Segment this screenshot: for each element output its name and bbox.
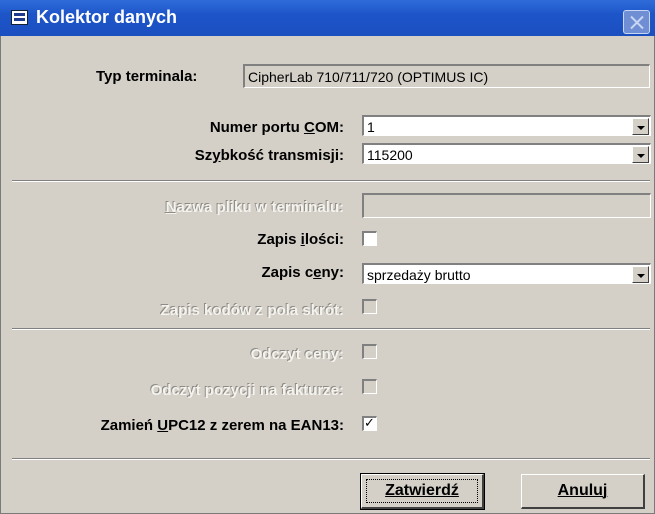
terminal-type-value: CipherLab 710/711/720 (OPTIMUS IC): [248, 69, 489, 85]
separator: [12, 328, 650, 330]
save-qty-label-part: Zapis: [257, 231, 301, 248]
file-name-label-mnemonic: N: [165, 199, 177, 216]
read-items-label: Odczyt pozycji na fakturze:: [150, 382, 344, 399]
form-icon: [11, 10, 28, 25]
com-port-label: Numer portu COM:: [210, 119, 344, 136]
confirm-button[interactable]: Zatwierdź: [360, 473, 485, 510]
file-name-field: [362, 193, 651, 218]
speed-label-part: bkość transmisji:: [220, 147, 344, 164]
save-price-label-part: Zapis c: [261, 264, 314, 281]
upc-label-mnemonic: U: [157, 417, 169, 434]
com-port-label-part: OM:: [314, 119, 344, 136]
speed-value: 115200: [367, 147, 413, 163]
com-port-label-mnemonic: C: [303, 119, 315, 136]
upc-label-part: Zamień: [100, 417, 158, 434]
speed-select[interactable]: 115200: [362, 143, 651, 164]
title-bar[interactable]: Kolektor danych: [0, 0, 655, 36]
save-qty-label: Zapis ilości:: [257, 231, 344, 248]
terminal-type-field: CipherLab 710/711/720 (OPTIMUS IC): [243, 64, 650, 88]
save-qty-label-part: lości:: [304, 231, 344, 248]
speed-label-mnemonic: y: [212, 147, 221, 164]
chevron-down-icon[interactable]: [632, 146, 649, 163]
upc-label: Zamień UPC12 z zerem na EAN13:: [101, 417, 344, 434]
speed-label-part: Sz: [194, 147, 213, 164]
save-price-select[interactable]: sprzedaży brutto: [362, 263, 651, 284]
focus-ring: [366, 479, 478, 503]
chevron-down-icon[interactable]: [632, 266, 649, 283]
close-button[interactable]: [623, 10, 650, 34]
save-price-label-part: ny:: [321, 264, 345, 281]
read-price-checkbox: [362, 344, 377, 359]
dialog-window: Kolektor danych Typ terminala: CipherLab…: [0, 0, 655, 514]
terminal-type-label: Typ terminala:: [96, 68, 198, 85]
save-qty-checkbox[interactable]: [362, 231, 377, 246]
read-price-label: Odczyt ceny:: [250, 346, 344, 363]
cancel-button[interactable]: Anuluj: [521, 474, 645, 509]
upc-checkbox[interactable]: ✓: [362, 415, 377, 431]
com-port-label-part: Numer portu: [209, 119, 304, 136]
read-items-checkbox: [362, 379, 377, 394]
com-port-select[interactable]: 1: [362, 115, 651, 136]
save-price-label: Zapis ceny:: [261, 264, 344, 281]
save-codes-label: Zapis kodów z pola skrót:: [160, 302, 344, 319]
upc-label-part: PC12 z zerem na EAN13:: [168, 417, 344, 434]
save-price-label-mnemonic: e: [313, 264, 322, 281]
save-codes-checkbox: [362, 299, 377, 314]
com-port-value: 1: [367, 119, 375, 135]
chevron-down-icon[interactable]: [632, 118, 649, 135]
separator: [12, 458, 650, 460]
file-name-label-part: azwa pliku w terminalu:: [176, 199, 344, 216]
separator: [12, 180, 650, 182]
save-price-value: sprzedaży brutto: [367, 267, 471, 283]
window-title: Kolektor danych: [36, 7, 178, 27]
file-name-label: Nazwa pliku w terminalu:: [166, 199, 344, 216]
speed-label: Szybkość transmisji:: [195, 147, 344, 164]
cancel-button-label: Anuluj: [557, 482, 608, 499]
check-icon: ✓: [364, 415, 375, 430]
